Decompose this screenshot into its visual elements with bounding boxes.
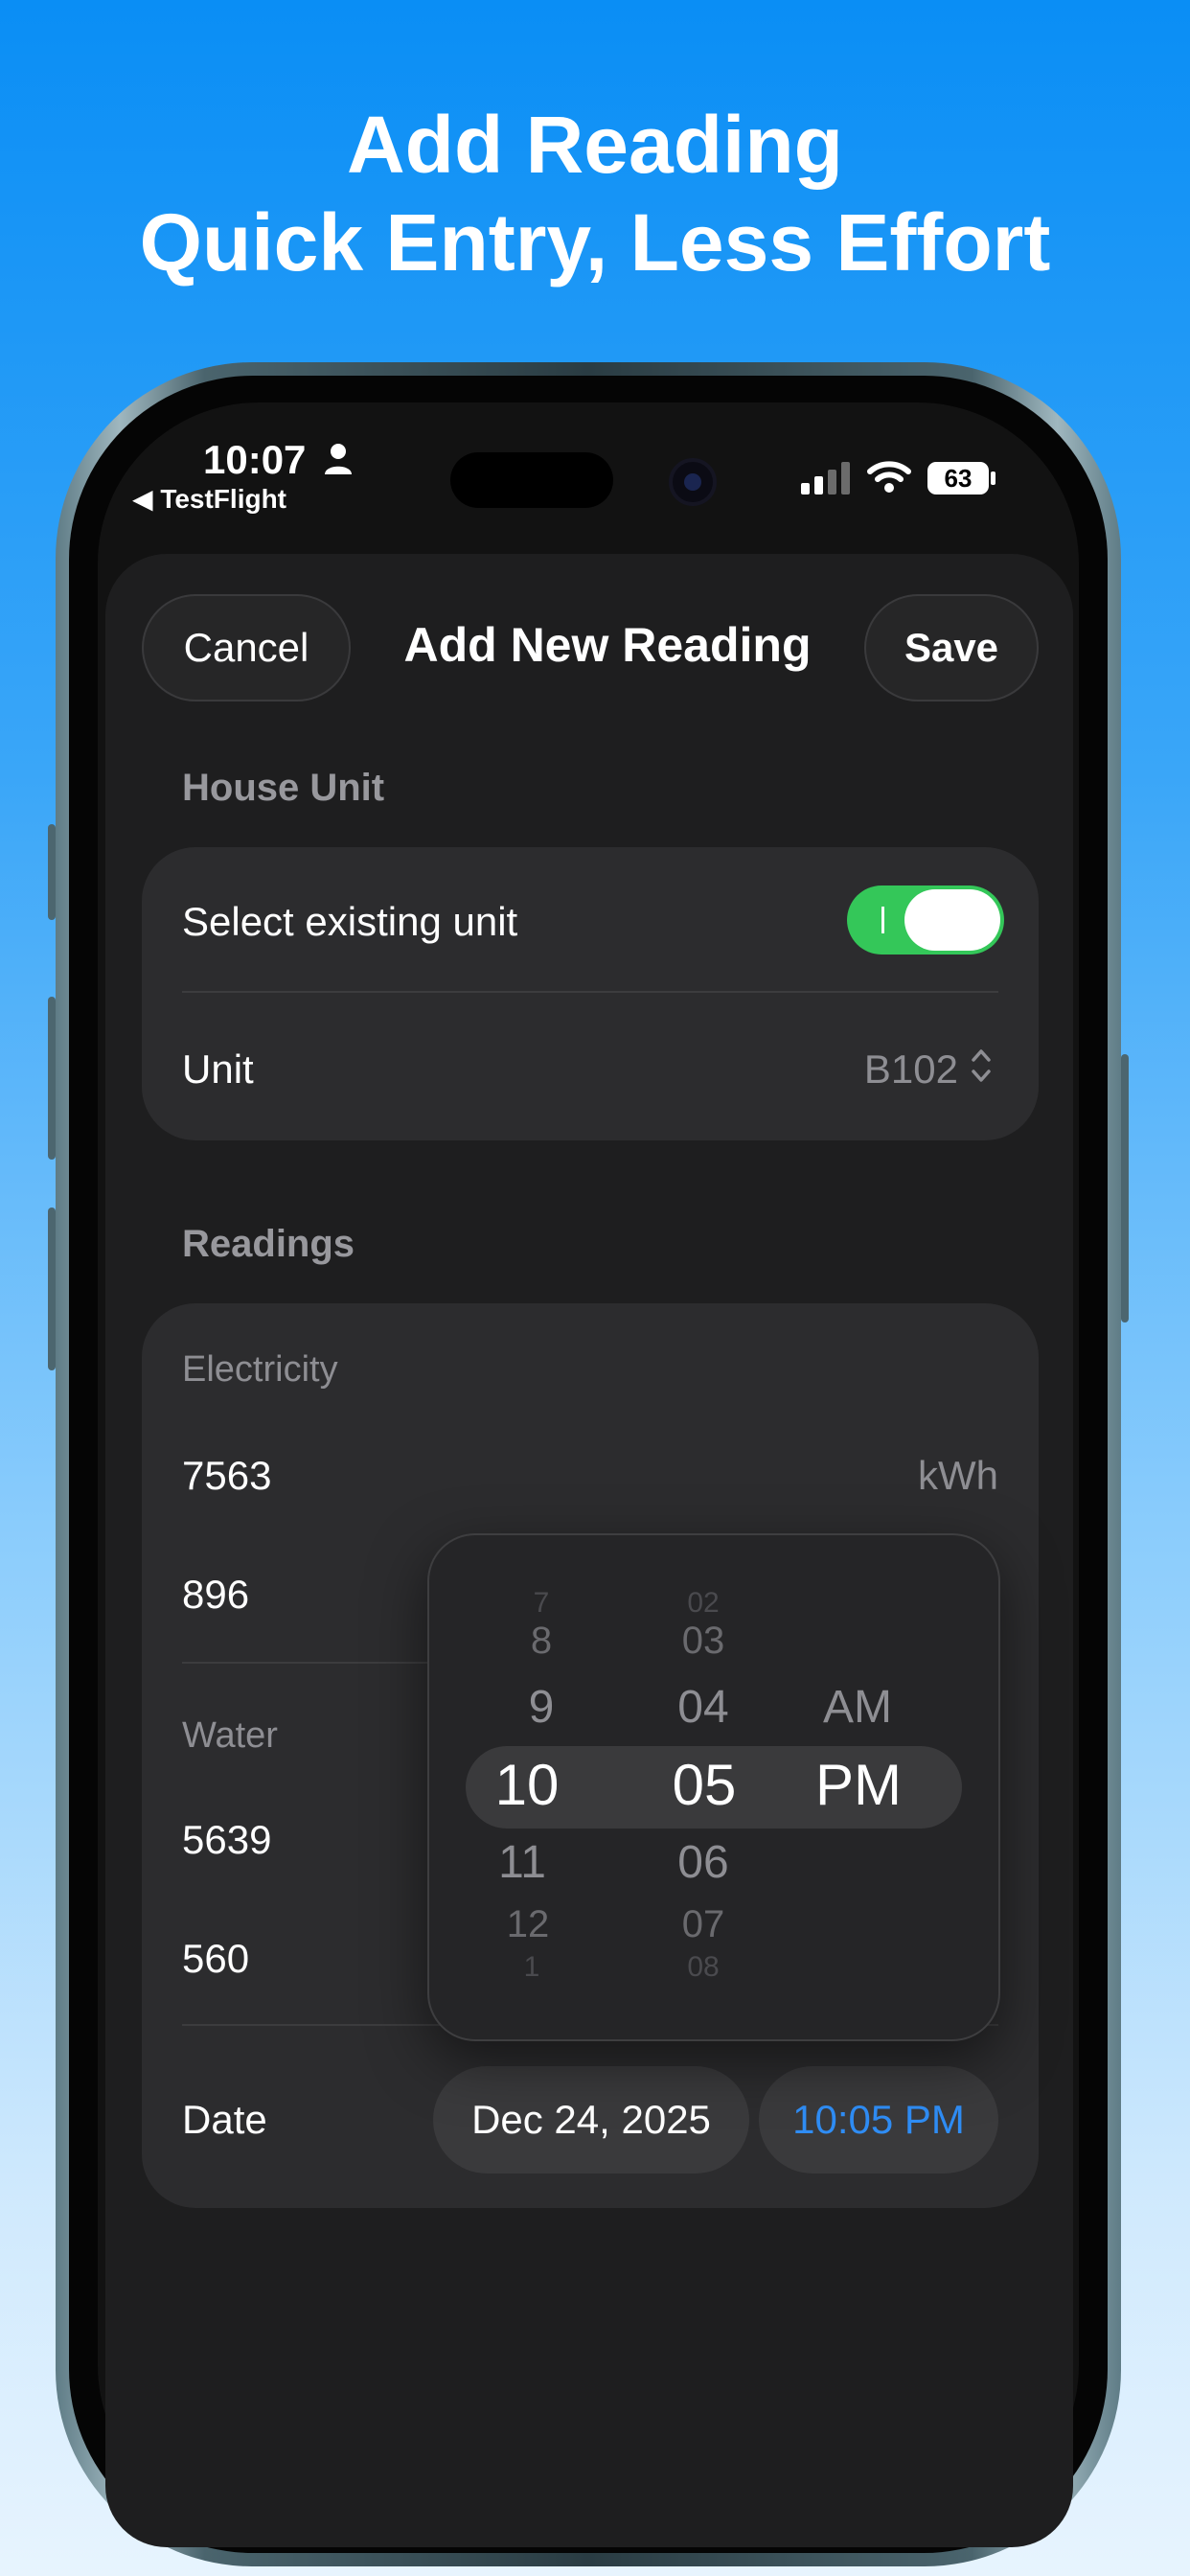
period-option-am[interactable]: AM <box>805 1681 910 1734</box>
electricity-label: Electricity <box>182 1349 338 1390</box>
page-title: Add New Reading <box>403 618 812 672</box>
person-icon <box>325 444 352 474</box>
hour-option-selected[interactable]: 10 <box>469 1752 584 1818</box>
cellular-signal-icon <box>801 462 850 494</box>
hour-option[interactable]: 11 <box>469 1836 575 1889</box>
house-unit-header: House Unit <box>182 767 385 809</box>
phone-action-button <box>48 824 56 920</box>
minute-option[interactable]: 03 <box>646 1620 761 1663</box>
battery-indicator: 63 <box>927 462 989 494</box>
dynamic-island <box>450 452 613 508</box>
electricity-unit: kWh <box>918 1453 998 1498</box>
hour-option[interactable]: 7 <box>489 1587 594 1620</box>
minute-option[interactable]: 08 <box>646 1951 761 1984</box>
phone-volume-up <box>48 997 56 1160</box>
unit-label: Unit <box>182 1046 254 1092</box>
back-to-app-link[interactable]: ◀ TestFlight <box>132 483 286 515</box>
water-current-input[interactable]: 5639 <box>182 1817 271 1863</box>
electricity-current-input[interactable]: 7563 <box>182 1453 271 1499</box>
minute-option[interactable]: 06 <box>646 1836 761 1889</box>
headline-line-2: Quick Entry, Less Effort <box>139 197 1051 288</box>
wifi-icon <box>867 461 911 493</box>
toggle-knob <box>904 889 1000 951</box>
select-existing-unit-label: Select existing unit <box>182 899 518 944</box>
save-button[interactable]: Save <box>864 594 1039 702</box>
hour-option[interactable]: 9 <box>489 1681 594 1734</box>
minute-option[interactable]: 04 <box>646 1681 761 1734</box>
time-button[interactable]: 10:05 PM <box>759 2066 998 2174</box>
toggle-on-mark <box>881 907 884 933</box>
date-button[interactable]: Dec 24, 2025 <box>433 2066 749 2174</box>
date-label: Date <box>182 2097 267 2142</box>
phone-volume-down <box>48 1208 56 1370</box>
battery-tip <box>991 472 995 485</box>
chevron-up-down-icon <box>972 1049 991 1082</box>
cancel-button[interactable]: Cancel <box>142 594 351 702</box>
period-option-pm-selected[interactable]: PM <box>801 1752 916 1818</box>
divider <box>182 991 998 993</box>
status-time: 10:07 <box>203 437 307 482</box>
phone-power-button <box>1121 1054 1129 1322</box>
water-previous-input[interactable]: 560 <box>182 1936 249 1982</box>
hour-option[interactable]: 12 <box>475 1903 581 1946</box>
hour-option[interactable]: 8 <box>489 1620 594 1663</box>
minute-option[interactable]: 07 <box>646 1903 761 1946</box>
camera-icon <box>669 458 717 506</box>
select-existing-unit-toggle[interactable] <box>847 886 1004 954</box>
minute-option[interactable]: 02 <box>646 1587 761 1620</box>
hour-option[interactable]: 1 <box>479 1951 584 1984</box>
readings-header: Readings <box>182 1223 355 1265</box>
water-label: Water <box>182 1715 278 1756</box>
minute-option-selected[interactable]: 05 <box>642 1752 767 1818</box>
electricity-previous-input[interactable]: 896 <box>182 1572 249 1618</box>
unit-picker[interactable]: B102 <box>843 1046 958 1092</box>
headline-line-1: Add Reading <box>347 100 843 190</box>
